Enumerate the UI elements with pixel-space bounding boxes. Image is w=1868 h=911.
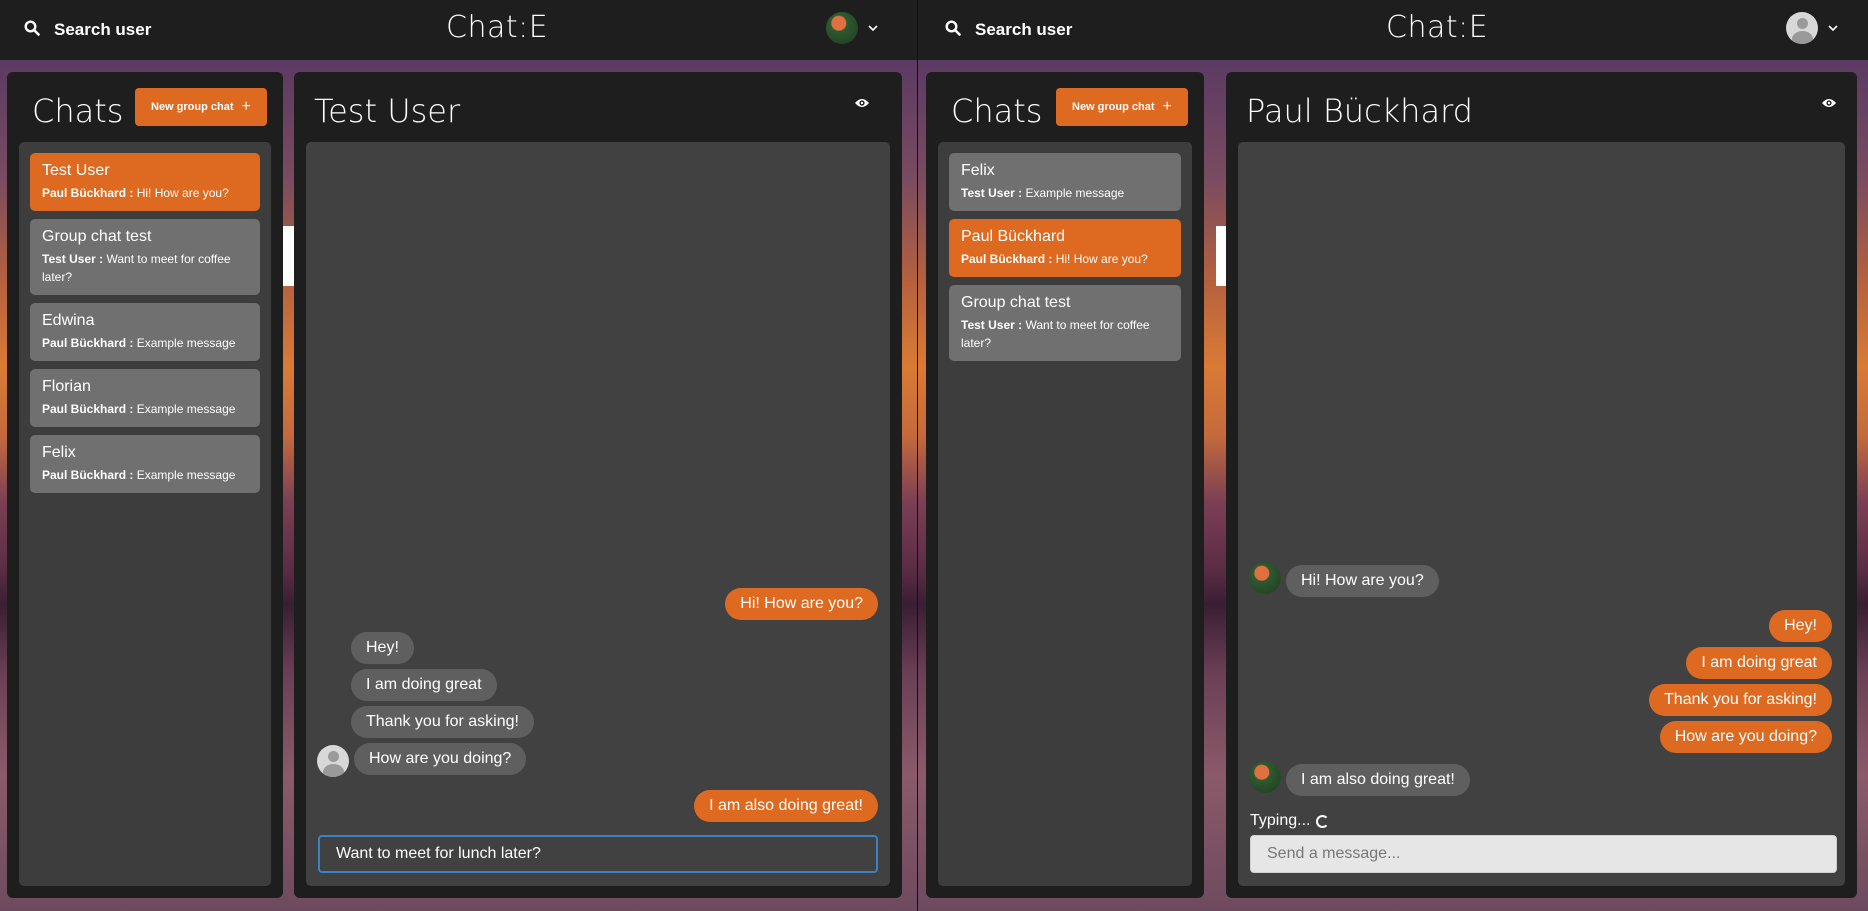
search-icon bbox=[945, 19, 961, 41]
chats-panel: Chats New group chat + Felix Test User :… bbox=[926, 72, 1204, 898]
chat-item-name: Felix bbox=[42, 444, 76, 461]
eye-icon bbox=[854, 96, 870, 114]
new-group-chat-button[interactable]: New group chat + bbox=[1056, 88, 1188, 126]
chat-item-preview: Paul Bückhard : Example message bbox=[42, 466, 248, 484]
message-bubble-other: How are you doing? bbox=[354, 743, 527, 775]
message-bubble-mine: Hi! How are you? bbox=[725, 588, 878, 620]
search-user-label: Search user bbox=[54, 20, 152, 39]
preview-sender: Paul Bückhard : bbox=[42, 468, 134, 482]
app-title: Chat:E bbox=[1386, 10, 1489, 45]
plus-icon: + bbox=[1162, 98, 1172, 115]
preview-sender: Test User : bbox=[961, 318, 1023, 332]
message-area: Hi! How are you? Hey! I am doing great T… bbox=[306, 142, 890, 886]
message-bubble-other: Thank you for asking! bbox=[351, 706, 534, 738]
new-group-chat-label: New group chat bbox=[151, 101, 234, 113]
message-input[interactable] bbox=[318, 835, 878, 873]
conversation-panel: Test User Hi! How are you? Hey! I am doi… bbox=[294, 72, 902, 898]
preview-message: Example message bbox=[136, 468, 236, 482]
preview-message: Hi! How are you? bbox=[136, 186, 229, 200]
message-bubble-mine: I am also doing great! bbox=[694, 790, 878, 822]
sender-avatar bbox=[317, 745, 349, 777]
message-bubble-mine: How are you doing? bbox=[1659, 721, 1832, 753]
chat-item-preview: Test User : Example message bbox=[961, 184, 1169, 202]
avatar bbox=[826, 12, 858, 44]
new-group-chat-label: New group chat bbox=[1072, 101, 1155, 113]
chat-list: Test User Paul Bückhard : Hi! How are yo… bbox=[19, 142, 271, 886]
eye-icon bbox=[1821, 96, 1837, 114]
chevron-down-icon bbox=[868, 19, 878, 37]
preview-message: Example message bbox=[136, 336, 236, 350]
chat-item-florian[interactable]: Florian Paul Bückhard : Example message bbox=[30, 369, 260, 427]
profile-menu[interactable] bbox=[826, 12, 878, 44]
chat-item-preview: Test User : Want to meet for coffee late… bbox=[42, 250, 248, 286]
profile-menu[interactable] bbox=[1786, 12, 1838, 44]
chat-item-paul-buckhard[interactable]: Paul Bückhard Paul Bückhard : Hi! How ar… bbox=[949, 219, 1181, 277]
top-bar: Search user Chat:E bbox=[0, 0, 917, 60]
chat-item-name: Group chat test bbox=[42, 228, 152, 245]
preview-sender: Test User : bbox=[961, 186, 1023, 200]
chat-item-name: Test User bbox=[42, 162, 110, 179]
view-profile-button[interactable] bbox=[1816, 92, 1842, 118]
message-bubble-mine: Thank you for asking! bbox=[1649, 684, 1832, 716]
chats-title: Chats bbox=[951, 92, 1043, 130]
chat-item-name: Florian bbox=[42, 378, 91, 395]
new-group-chat-button[interactable]: New group chat + bbox=[135, 88, 267, 126]
top-bar: Search user Chat:E bbox=[918, 0, 1868, 60]
chat-item-name: Paul Bückhard bbox=[961, 228, 1066, 245]
plus-icon: + bbox=[241, 98, 251, 115]
preview-message: Example message bbox=[136, 402, 236, 416]
search-icon bbox=[24, 19, 40, 41]
left-app-window: Search user Chat:E Chats New group chat … bbox=[0, 0, 917, 911]
typing-label: Typing... bbox=[1250, 812, 1311, 829]
chat-item-preview: Paul Bückhard : Example message bbox=[42, 334, 248, 352]
view-profile-button[interactable] bbox=[849, 92, 875, 118]
spinner-icon bbox=[1316, 814, 1330, 828]
message-bubble-other: Hi! How are you? bbox=[1286, 565, 1439, 597]
search-user-label: Search user bbox=[975, 20, 1073, 39]
chat-item-name: Felix bbox=[961, 162, 995, 179]
chat-item-preview: Paul Bückhard : Hi! How are you? bbox=[961, 250, 1169, 268]
preview-sender: Test User : bbox=[42, 252, 104, 266]
search-user-button[interactable]: Search user bbox=[24, 16, 151, 44]
search-user-button[interactable]: Search user bbox=[945, 16, 1072, 44]
chevron-down-icon bbox=[1828, 19, 1838, 37]
avatar bbox=[1786, 12, 1818, 44]
sender-avatar bbox=[1249, 562, 1281, 594]
chat-item-group-chat-test[interactable]: Group chat test Test User : Want to meet… bbox=[30, 219, 260, 295]
preview-sender: Paul Bückhard : bbox=[42, 336, 134, 350]
message-bubble-mine: Hey! bbox=[1769, 610, 1832, 642]
message-area: Hi! How are you? Hey! I am doing great T… bbox=[1238, 142, 1845, 886]
chat-item-preview: Paul Bückhard : Hi! How are you? bbox=[42, 184, 248, 202]
chat-item-edwina[interactable]: Edwina Paul Bückhard : Example message bbox=[30, 303, 260, 361]
preview-sender: Paul Bückhard : bbox=[42, 402, 134, 416]
conversation-panel: Paul Bückhard Hi! How are you? Hey! I am… bbox=[1226, 72, 1857, 898]
sender-avatar bbox=[1249, 761, 1281, 793]
chats-title: Chats bbox=[32, 92, 124, 130]
chat-item-felix[interactable]: Felix Paul Bückhard : Example message bbox=[30, 435, 260, 493]
message-bubble-other: I am also doing great! bbox=[1286, 764, 1470, 796]
conversation-title: Test User bbox=[314, 92, 461, 130]
typing-indicator: Typing... bbox=[1250, 812, 1330, 830]
chat-item-name: Edwina bbox=[42, 312, 95, 329]
chat-item-test-user[interactable]: Test User Paul Bückhard : Hi! How are yo… bbox=[30, 153, 260, 211]
message-bubble-other: I am doing great bbox=[351, 669, 497, 701]
background-highlight bbox=[282, 226, 294, 286]
chat-item-group-chat-test[interactable]: Group chat test Test User : Want to meet… bbox=[949, 285, 1181, 361]
chat-item-name: Group chat test bbox=[961, 294, 1071, 311]
preview-sender: Paul Bückhard : bbox=[42, 186, 134, 200]
right-app-window: Search user Chat:E Chats New group chat … bbox=[917, 0, 1868, 911]
app-title: Chat:E bbox=[446, 10, 549, 45]
preview-message: Example message bbox=[1025, 186, 1125, 200]
message-input[interactable] bbox=[1250, 835, 1837, 873]
chats-panel: Chats New group chat + Test User Paul Bü… bbox=[7, 72, 283, 898]
conversation-title: Paul Bückhard bbox=[1246, 92, 1473, 130]
message-bubble-mine: I am doing great bbox=[1686, 647, 1832, 679]
chat-item-preview: Test User : Want to meet for coffee late… bbox=[961, 316, 1169, 352]
preview-sender: Paul Bückhard : bbox=[961, 252, 1053, 266]
chat-item-felix[interactable]: Felix Test User : Example message bbox=[949, 153, 1181, 211]
preview-message: Hi! How are you? bbox=[1055, 252, 1148, 266]
chat-list: Felix Test User : Example message Paul B… bbox=[938, 142, 1192, 886]
message-bubble-other: Hey! bbox=[351, 632, 414, 664]
chat-item-preview: Paul Bückhard : Example message bbox=[42, 400, 248, 418]
